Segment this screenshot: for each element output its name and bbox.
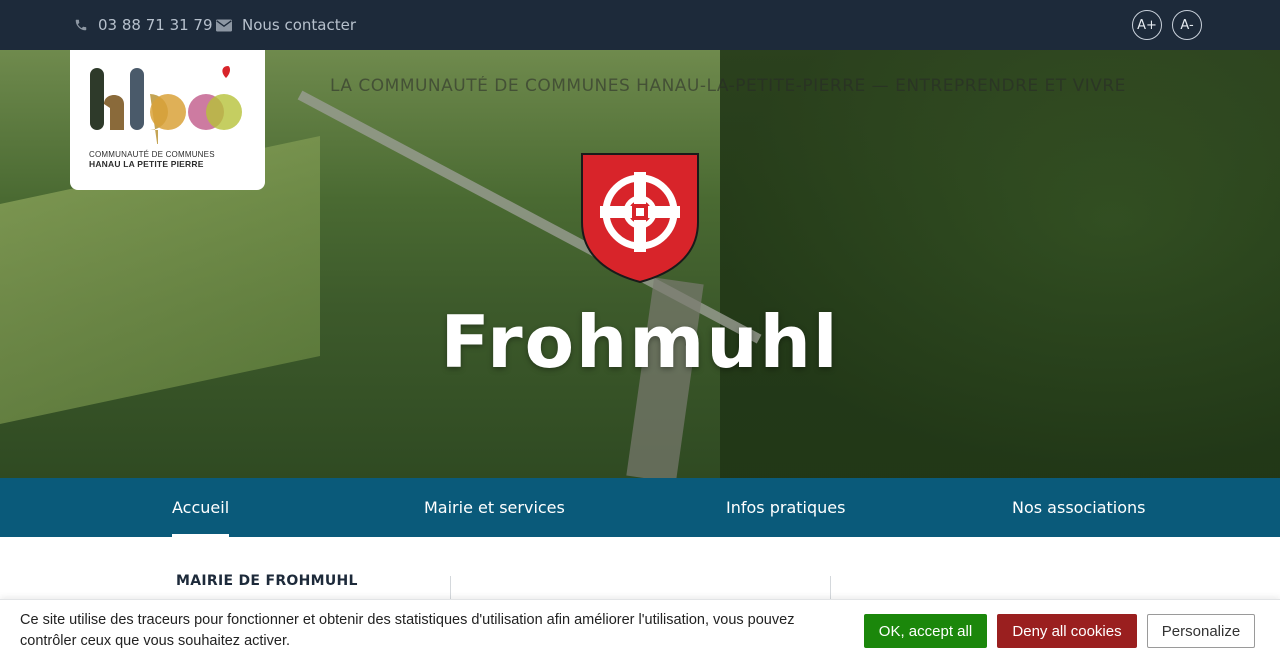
logo-line-2: HANAU LA PETITE PIERRE	[89, 159, 204, 169]
contact-label: Nous contacter	[242, 16, 357, 34]
contact-link[interactable]: Nous contacter	[216, 0, 356, 50]
hero-tagline: LA COMMUNAUTÉ DE COMMUNES HANAU-LA-PETIT…	[330, 76, 1126, 96]
cookie-message: Ce site utilise des traceurs pour foncti…	[20, 612, 795, 649]
section-title: MAIRIE DE FROHMUHL	[176, 573, 358, 589]
font-decrease-button[interactable]: A-	[1172, 10, 1202, 40]
nav-item-mairie[interactable]: Mairie et services	[424, 478, 565, 537]
town-name: Frohmuhl	[440, 300, 840, 384]
site-logo[interactable]: COMMUNAUTÉ DE COMMUNES HANAU LA PETITE P…	[70, 50, 265, 190]
hlpp-logo-icon	[90, 66, 242, 144]
phone-number: 03 88 71 31 79	[98, 16, 213, 34]
coat-of-arms-icon	[581, 153, 699, 284]
hero-forest	[720, 50, 1280, 478]
phone-link[interactable]: 03 88 71 31 79	[74, 0, 213, 50]
phone-icon	[75, 19, 87, 31]
nav-item-infos[interactable]: Infos pratiques	[726, 478, 845, 537]
deny-all-button[interactable]: Deny all cookies	[997, 614, 1137, 648]
envelope-icon	[216, 19, 232, 31]
accept-all-button[interactable]: OK, accept all	[864, 614, 987, 648]
top-bar: 03 88 71 31 79 Nous contacter A+ A-	[0, 0, 1280, 50]
personalize-button[interactable]: Personalize	[1147, 614, 1255, 648]
cookie-banner: Ce site utilise des traceurs pour foncti…	[0, 599, 1280, 661]
logo-line-1: COMMUNAUTÉ DE COMMUNES	[89, 150, 215, 159]
nav-item-associations[interactable]: Nos associations	[1012, 478, 1145, 537]
main-nav: Accueil Mairie et services Infos pratiqu…	[0, 478, 1280, 537]
font-increase-button[interactable]: A+	[1132, 10, 1162, 40]
nav-item-accueil[interactable]: Accueil	[172, 478, 230, 537]
